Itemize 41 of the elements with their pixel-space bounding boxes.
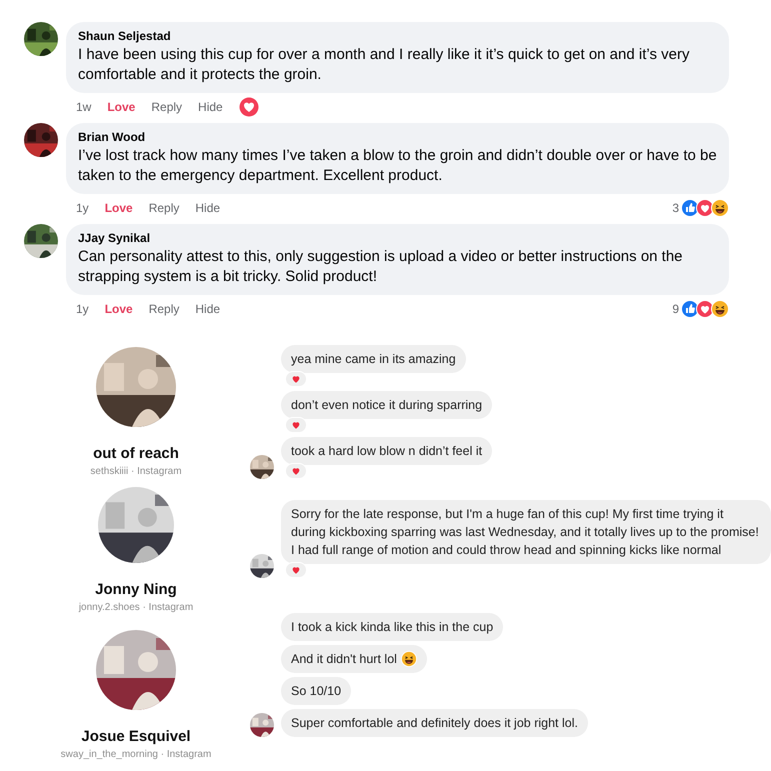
comment-text: I’ve lost track how many times I’ve taken a blow to the groin and didn’t double over or have to be taken to the emergency department. Excellent product. bbox=[78, 146, 717, 186]
profile-name: Jonny Ning bbox=[95, 581, 177, 598]
comment-time: 1y bbox=[76, 302, 89, 316]
profile-handle: sethskiiii · Instagram bbox=[90, 466, 182, 477]
comment-time: 1w bbox=[76, 100, 92, 114]
reaction-count: 9 bbox=[672, 302, 679, 316]
comment-author: Shaun Seljestad bbox=[78, 29, 172, 43]
heart-icon bbox=[291, 466, 301, 476]
comment-action-link[interactable]: Love bbox=[107, 100, 136, 114]
message-text: So 10/10 bbox=[291, 683, 342, 700]
message-text: Super comfortable and definitely does it job right lol. bbox=[291, 715, 578, 732]
profile-name: Josue Esquivel bbox=[81, 728, 191, 745]
profile-name: out of reach bbox=[93, 445, 179, 462]
profile-handle: jonny.2.shoes · Instagram bbox=[78, 602, 194, 613]
heart-icon bbox=[291, 374, 301, 384]
message-text: And it didn't hurt lol bbox=[291, 651, 397, 668]
comment-action-link[interactable]: Hide bbox=[198, 100, 223, 114]
comment-time: 1y bbox=[76, 201, 89, 215]
reaction-count: 3 bbox=[672, 201, 679, 215]
heart-icon bbox=[291, 420, 301, 430]
love-reaction-icon bbox=[238, 97, 259, 117]
message-text: took a hard low blow n didn’t feel it bbox=[291, 443, 482, 460]
message-text: I took a kick kinda like this in the cup bbox=[291, 619, 494, 636]
message-text: yea mine came in its amazing bbox=[291, 351, 456, 368]
comment-action-link[interactable]: Reply bbox=[148, 302, 180, 316]
comment-action-link[interactable]: Reply bbox=[148, 201, 180, 215]
comment-text: Can personality attest to this, only suggestion is upload a video or better instructions on the strapping system is a bit tricky. Solid product! bbox=[78, 247, 684, 287]
comment-action-link[interactable]: Love bbox=[104, 302, 133, 316]
laughing-emoji-icon bbox=[711, 199, 729, 217]
laughing-emoji-icon bbox=[711, 300, 729, 318]
comment-action-link[interactable]: Love bbox=[104, 201, 133, 215]
heart-icon bbox=[291, 565, 301, 575]
profile-handle: sway_in_the_morning · Instagram bbox=[60, 749, 212, 760]
comment-action-link[interactable]: Reply bbox=[151, 100, 182, 114]
comment-text: I have been using this cup for over a month and I really like it it’s quick to get on and it’s very comfortable and it protects the groin. bbox=[78, 45, 690, 85]
comment-author: Brian Wood bbox=[78, 130, 146, 144]
comment-author: JJay Synikal bbox=[78, 231, 152, 245]
message-text: don’t even notice it during sparring bbox=[291, 397, 482, 414]
comment-action-link[interactable]: Hide bbox=[195, 302, 220, 316]
message-text: Sorry for the late response, but I'm a huge fan of this cup! My first time trying it during kickboxing sparring was last Wednesday, and it totally lives up to the promise! I had full range of motion and could throw head and spinning kicks like normal bbox=[291, 506, 760, 559]
comment-action-link[interactable]: Hide bbox=[195, 201, 220, 215]
